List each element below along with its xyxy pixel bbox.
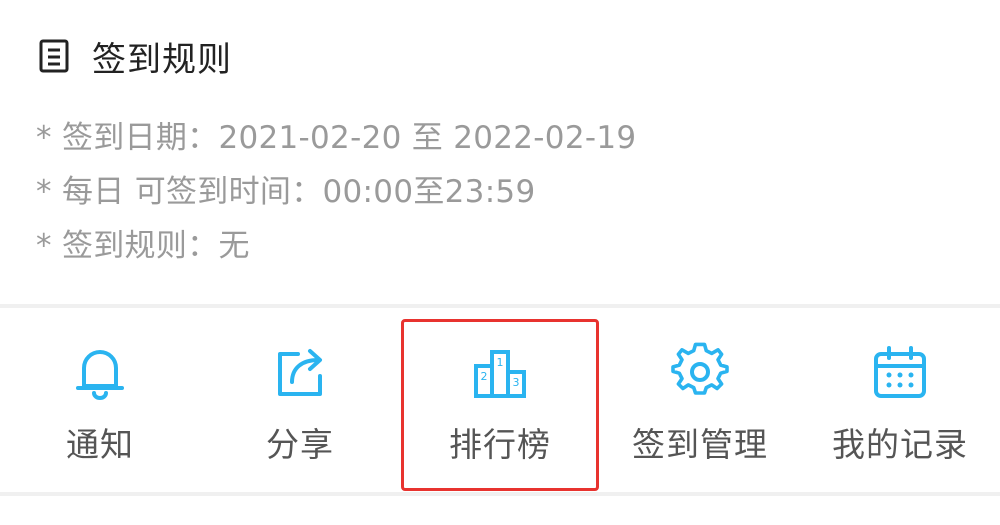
menu-item-label: 签到管理 [632, 425, 768, 464]
gear-icon [671, 342, 729, 395]
menu-item-my-records[interactable]: 我的记录 [800, 310, 1000, 490]
divider-top [0, 304, 1000, 308]
menu-item-label: 我的记录 [832, 425, 968, 464]
menu-item-label: 排行榜 [449, 425, 551, 464]
document-icon [39, 39, 69, 73]
menu-item-sign-in-management[interactable]: 签到管理 [600, 310, 800, 490]
menu-item-label: 通知 [66, 425, 134, 464]
rule-line-date-range: * 签到日期：2021-02-20 至 2022-02-19 [36, 120, 637, 156]
svg-text:3: 3 [513, 376, 520, 389]
svg-text:1: 1 [497, 356, 504, 369]
action-menu: 通知 分享 1 2 3 排行榜 签到管理 我的记录 [0, 310, 1000, 490]
menu-item-leaderboard[interactable]: 1 2 3 排行榜 [400, 310, 600, 490]
divider-bottom [0, 492, 1000, 496]
svg-text:2: 2 [481, 370, 488, 383]
podium-icon: 1 2 3 [474, 350, 526, 398]
rule-line-rules: * 签到规则：无 [36, 228, 250, 264]
rule-line-daily-time: * 每日 可签到时间：00:00至23:59 [36, 174, 536, 210]
bell-icon [76, 350, 124, 400]
calendar-icon [874, 346, 926, 398]
share-icon [278, 349, 322, 396]
rules-title: 签到规则 [92, 39, 232, 80]
menu-item-notify[interactable]: 通知 [0, 310, 200, 490]
sign-in-rules-card: 签到规则 * 签到日期：2021-02-20 至 2022-02-19 * 每日… [0, 0, 1000, 305]
menu-item-label: 分享 [266, 425, 334, 464]
menu-item-share[interactable]: 分享 [200, 310, 400, 490]
rules-header: 签到规则 [38, 30, 232, 82]
